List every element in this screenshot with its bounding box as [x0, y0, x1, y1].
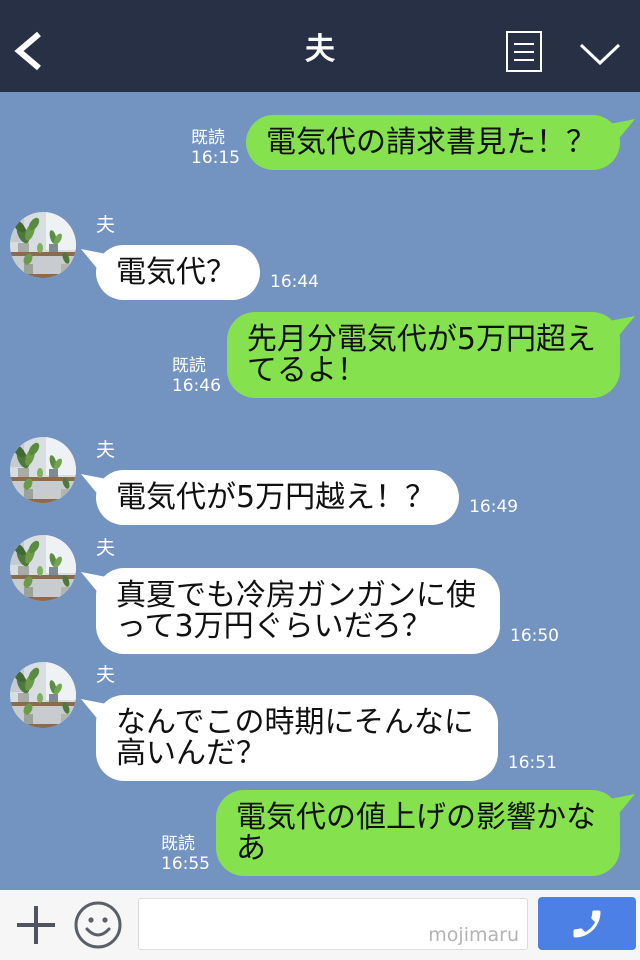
message-line: なんでこの時期にそんなに 高いんだ？ 16:51: [96, 695, 557, 781]
message-input-wrapper: mojimaru: [138, 898, 528, 950]
received-message-bubble[interactable]: 電気代？: [96, 245, 260, 300]
message-meta: 既読 16:55: [161, 834, 210, 874]
message-time: 16:50: [510, 626, 559, 646]
chat-header: 夫: [0, 0, 640, 92]
avatar-image: [10, 437, 76, 503]
read-receipt: 既読: [191, 128, 225, 148]
message-row: 既読 16:15 電気代の請求書見た！？: [0, 115, 640, 170]
chat-menu-toggle[interactable]: [578, 40, 622, 68]
message-time: 16:51: [507, 753, 557, 773]
message-row: 夫 電気代が5万円越え！？ 16:49: [0, 437, 640, 537]
avatar[interactable]: [10, 437, 76, 503]
message-input[interactable]: [139, 899, 527, 949]
message-meta: 既読 16:15: [191, 128, 240, 168]
message-row: 既読 16:55 電気代の値上げの影響かな あ: [0, 790, 640, 876]
message-meta: 既読 16:46: [172, 356, 221, 396]
avatar-image: [10, 212, 76, 278]
chevron-down-icon: [579, 43, 621, 66]
chat-title: 夫: [305, 32, 335, 67]
avatar[interactable]: [10, 212, 76, 278]
sender-name: 夫: [96, 664, 116, 686]
plus-icon: [17, 906, 55, 944]
sender-name: 夫: [96, 537, 116, 559]
add-button[interactable]: [14, 903, 58, 947]
message-row: 夫 なんでこの時期にそんなに 高いんだ？ 16:51: [0, 662, 640, 781]
message-time: 16:49: [469, 497, 519, 517]
read-receipt: 既読: [161, 834, 195, 854]
emoji-button[interactable]: [73, 900, 123, 950]
sender-name: 夫: [96, 439, 116, 461]
message-time: 16:15: [191, 148, 240, 168]
message-line: 電気代が5万円越え！？ 16:49: [96, 470, 518, 525]
call-button[interactable]: [538, 897, 636, 950]
sender-name: 夫: [96, 214, 116, 236]
avatar-image: [10, 662, 76, 728]
received-message-bubble[interactable]: なんでこの時期にそんなに 高いんだ？: [96, 695, 498, 781]
message-composer: mojimaru: [0, 890, 640, 960]
message-row: 既読 16:46 先月分電気代が5万円超え てるよ！: [0, 312, 640, 398]
note-list-icon: [506, 31, 542, 72]
message-line: 真夏でも冷房ガンガンに使 って3万円ぐらいだろ？ 16:50: [96, 568, 559, 654]
received-message-bubble[interactable]: 電気代が5万円越え！？: [96, 470, 460, 525]
avatar[interactable]: [10, 535, 76, 601]
smiley-icon: [74, 901, 122, 949]
chat-screen: 夫 既読 16:15 電気代の請求書見た！？ 夫 電気代？ 16:44 既読 1…: [0, 0, 640, 960]
message-row: 夫 真夏でも冷房ガンガンに使 って3万円ぐらいだろ？ 16:50: [0, 535, 640, 654]
sent-message-bubble[interactable]: 電気代の値上げの影響かな あ: [216, 790, 620, 876]
message-time: 16:44: [270, 272, 319, 292]
message-row: 夫 電気代？ 16:44: [0, 212, 640, 312]
back-button[interactable]: [13, 31, 45, 71]
read-receipt: 既読: [171, 356, 206, 376]
avatar-image: [10, 535, 76, 601]
avatar[interactable]: [10, 662, 76, 728]
sent-message-bubble[interactable]: 先月分電気代が5万円超え てるよ！: [226, 312, 620, 398]
sent-message-bubble[interactable]: 電気代の請求書見た！？: [246, 115, 620, 170]
phone-icon: [573, 910, 601, 937]
received-message-bubble[interactable]: 真夏でも冷房ガンガンに使 って3万円ぐらいだろ？: [96, 568, 500, 654]
notes-button[interactable]: [505, 30, 543, 73]
message-time: 16:55: [161, 854, 210, 874]
message-time: 16:46: [171, 376, 221, 396]
chevron-left-icon: [14, 31, 41, 71]
message-line: 電気代？ 16:44: [96, 245, 319, 300]
